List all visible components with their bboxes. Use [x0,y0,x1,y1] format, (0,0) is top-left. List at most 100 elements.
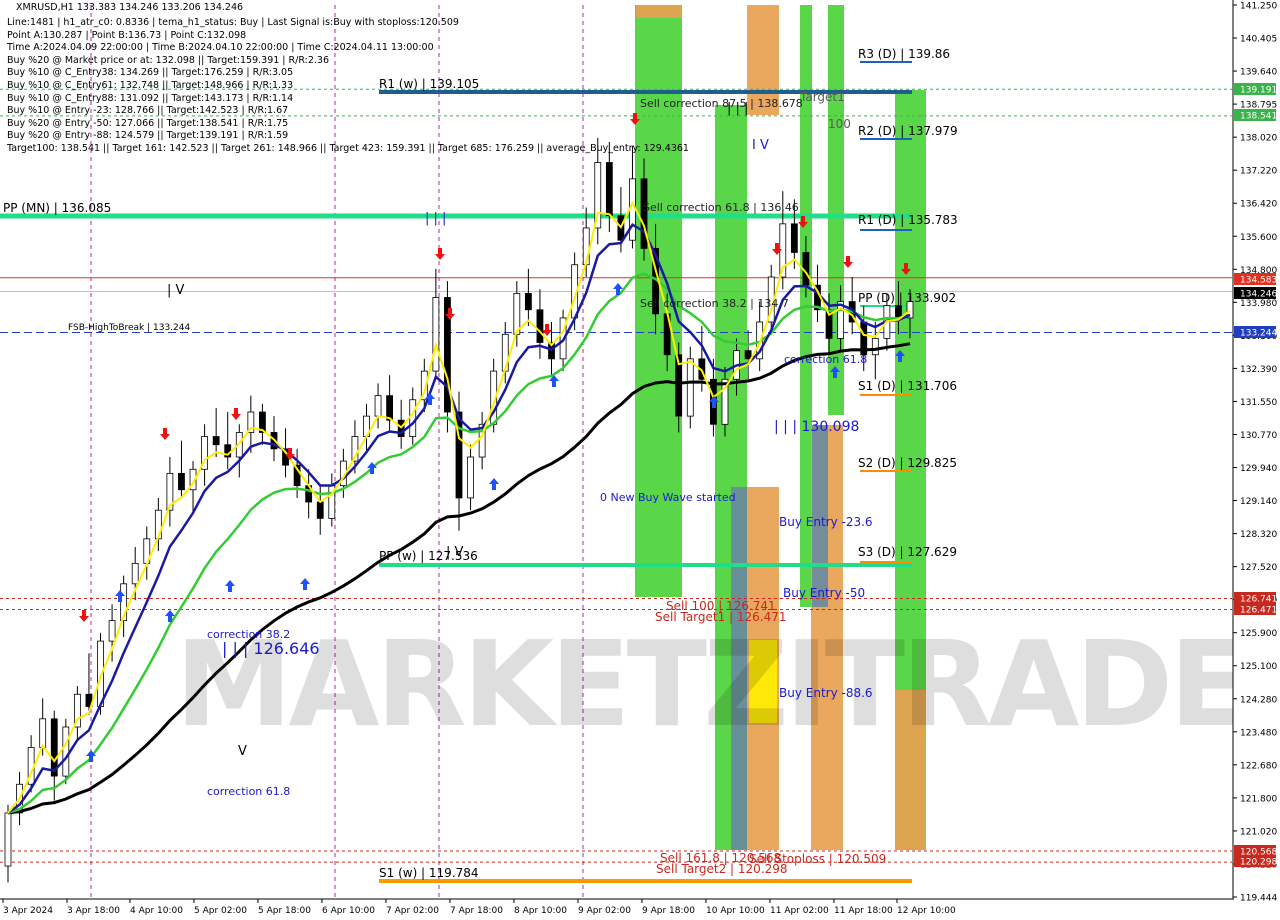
candle-body [501,333,509,372]
candle-body [744,350,752,360]
candle-body [432,297,440,372]
info-line: Buy %20 @ Market price or at: 132.098 ||… [7,54,329,66]
time-tick-label: 11 Apr 02:00 [770,906,829,916]
price-tick-label: 121.020 [1240,827,1277,837]
chart-annotation: | | | [425,211,446,226]
price-tick-label: 125.900 [1240,629,1277,639]
info-line: Buy %10 @ Entry -23: 128.766 || Target:1… [7,105,289,117]
candle-body [212,436,220,446]
time-tick-label: 9 Apr 02:00 [578,906,631,916]
candle-body [39,718,47,748]
chart-title: XMRUSD,H1 133.383 134.246 133.206 134.24… [16,2,244,13]
candle-body [467,456,474,499]
time-tick-label: 4 Apr 10:00 [130,906,183,916]
candle-body [686,358,694,417]
candle-body [536,309,544,343]
info-line: Line:1481 | h1_atr_c0: 0.8336 | tema_h1_… [7,17,459,28]
price-tick-label: 123.480 [1240,728,1277,738]
level-label: PP (MN) | 136.085 [3,201,111,215]
time-tick-label: 12 Apr 10:00 [897,906,956,916]
chart-annotation: I V [752,138,769,153]
price-tag-label: 120.298 [1240,858,1277,868]
time-tick-label: 11 Apr 18:00 [834,906,893,916]
price-tick-label: 129.140 [1240,497,1277,507]
chart-annotation: Target1 [799,90,845,104]
level-label: FSB-HighToBreak | 133.244 [68,323,190,333]
time-tick-label: 3 Apr 18:00 [67,906,120,916]
watermark: MARKETZITRADE [175,615,1246,753]
chart-annotation: | V [446,545,464,560]
time-tick-label: 5 Apr 18:00 [258,906,311,916]
price-tag-label: 139.191 [1240,86,1277,96]
chart-window[interactable]: { "window": { "title": "XMRUSD,H1 133.38… [0,0,1280,920]
level-label: S3 (D) | 127.629 [858,545,957,559]
price-tag-label: 138.541 [1240,112,1277,122]
level-label: S1 (w) | 119.784 [379,866,479,880]
price-tick-label: 119.444 [1240,894,1277,904]
price-tag-label: 133.244 [1240,329,1277,339]
candle-body [178,472,185,491]
chart-annotation: correction 61.8 [207,785,290,798]
level-label: S2 (D) | 129.825 [858,456,957,470]
price-tick-label: 130.770 [1240,431,1277,441]
candle-body [790,223,798,253]
chart-annotation: | | | 126.646 [222,639,320,658]
price-tick-label: 136.420 [1240,200,1277,210]
price-tick-label: 129.940 [1240,464,1277,474]
info-line: Buy %20 @ Entry -88: 124.579 || Target:1… [7,130,289,142]
chart-annotation: correction 61.8 [784,353,867,366]
time-tick-label: 7 Apr 02:00 [386,906,439,916]
candle-body [316,501,324,519]
info-line: Target100: 138.541 || Target 161: 142.52… [7,142,689,154]
info-line: Point A:130.287 | Point B:136.73 | Point… [7,29,247,41]
candle-body [605,162,613,217]
candle-body [524,292,532,311]
candle-body [871,337,879,356]
watermark-layer: MARKETZITRADE [175,615,1250,753]
chart-annotation: | | | [727,101,748,116]
chart-annotation: | V [167,283,185,298]
candle-body [62,726,70,777]
info-line: Buy %10 @ C_Entry38: 134.269 || Target:1… [7,67,294,79]
price-tag-label: 134.583 [1240,276,1277,286]
candle-body [895,305,902,319]
price-tick-label: 140.405 [1240,35,1277,45]
time-tick-label: 6 Apr 10:00 [322,906,375,916]
level-label: S1 (D) | 131.706 [858,379,957,393]
price-tick-label: 124.280 [1240,695,1277,705]
price-tick-label: 138.020 [1240,134,1277,144]
chart-annotation: 100 [828,117,851,131]
time-tick-label: 7 Apr 18:00 [450,906,503,916]
level-label: PP (D) | 133.902 [858,291,956,305]
chart-annotation: Sell correction 61.8 | 136.46 [643,201,799,214]
price-tag-label: 126.471 [1240,606,1277,616]
chart-annotation: | | | 130.098 [774,419,859,435]
time-tick-label: 10 Apr 10:00 [706,906,765,916]
info-line: Time A:2024.04.09 22:00:00 | Time B:2024… [7,42,434,54]
price-tick-label: 125.100 [1240,662,1277,672]
price-axis: 141.250140.405139.640138.795138.020137.2… [1232,0,1280,920]
price-tick-label: 135.600 [1240,233,1277,243]
chart-annotation: Sell Target1 | 126.471 [655,610,787,624]
info-line: Buy %10 @ C_Entry61: 132.748 || Target:1… [7,79,294,91]
candle-body [4,812,12,867]
time-tick-label: 5 Apr 02:00 [194,906,247,916]
info-line: Buy %20 @ Entry -50: 127.066 || Target:1… [7,117,289,129]
candle-body [374,395,382,417]
chart-annotation: Sell Stoploss | 120.509 [749,852,886,866]
price-tick-label: 133.980 [1240,299,1277,309]
candle-body [386,395,394,421]
candle-body [108,620,116,642]
chart-annotation: V [238,744,247,759]
info-panel: Line:1481 | h1_atr_c0: 0.8336 | tema_h1_… [7,17,689,156]
price-tick-label: 141.250 [1240,2,1277,12]
price-tick-label: 121.800 [1240,794,1277,804]
price-tick-label: 131.550 [1240,398,1277,408]
level-label: R2 (D) | 137.979 [858,124,958,138]
chart-annotation: 0 New Buy Wave started [600,491,736,504]
level-label: R1 (D) | 135.783 [858,213,958,227]
time-tick-label: 9 Apr 18:00 [642,906,695,916]
chart-annotation: Buy Entry -23.6 [779,515,873,529]
price-tick-label: 127.520 [1240,563,1277,573]
candle-body [131,562,139,585]
